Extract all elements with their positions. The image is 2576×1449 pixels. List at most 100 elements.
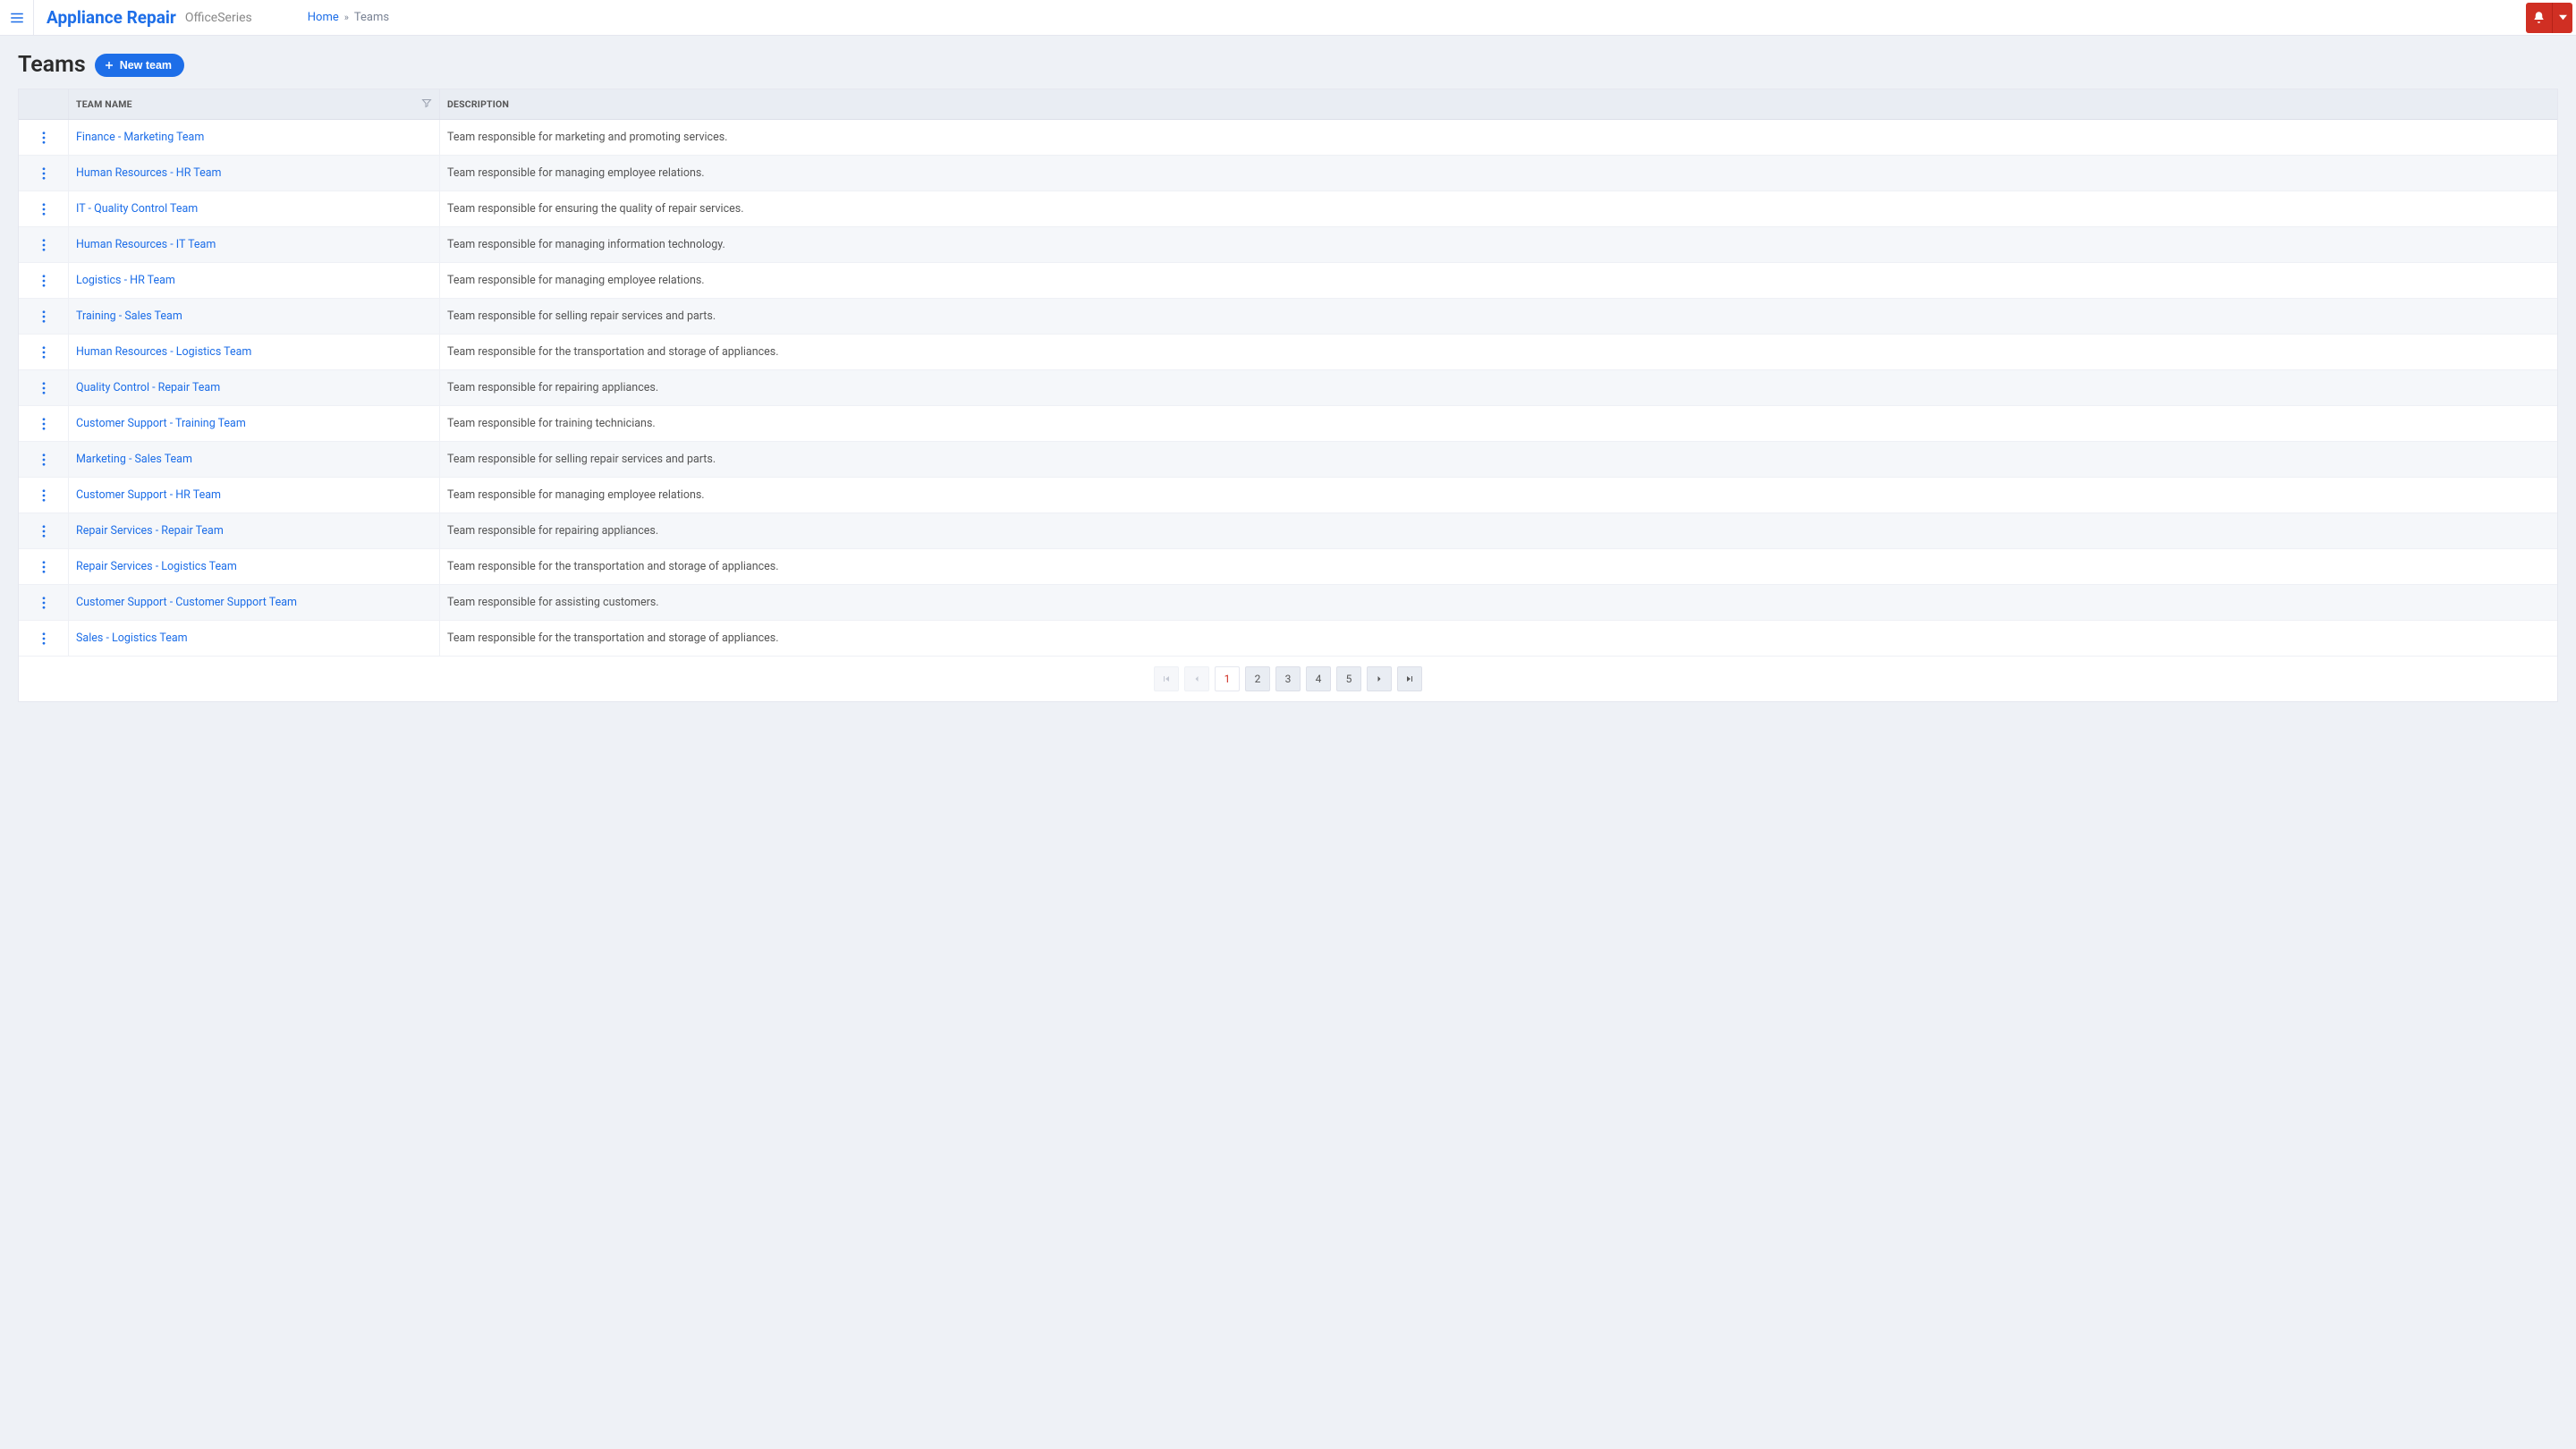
table-row: Customer Support - Training Team Team res…: [19, 406, 2557, 442]
table-row: Logistics - HR Team Team responsible for …: [19, 263, 2557, 299]
team-name-link[interactable]: Finance - Marketing Team: [76, 131, 204, 144]
column-header-description[interactable]: Description: [440, 89, 2557, 119]
more-vertical-icon: [42, 167, 46, 180]
table-body: Finance - Marketing Team Team responsible…: [19, 120, 2557, 657]
page-number-button[interactable]: 4: [1306, 666, 1331, 691]
more-vertical-icon: [42, 203, 46, 216]
team-name-link[interactable]: Human Resources - IT Team: [76, 238, 216, 251]
menu-button[interactable]: [0, 0, 34, 36]
filter-icon[interactable]: [421, 97, 432, 111]
more-vertical-icon: [42, 382, 46, 394]
row-actions-button[interactable]: [33, 301, 55, 332]
subbrand-title: OfficeSeries: [185, 11, 270, 25]
team-name-link[interactable]: Customer Support - Customer Support Team: [76, 596, 297, 609]
team-description: Team responsible for the transportation …: [440, 335, 2557, 369]
team-name-link[interactable]: Repair Services - Repair Team: [76, 524, 224, 538]
chevron-right-icon: »: [344, 12, 349, 23]
table-row: Human Resources - HR Team Team responsibl…: [19, 156, 2557, 191]
table-row: Human Resources - IT TeamTeam responsibl…: [19, 227, 2557, 263]
teams-table: Team Name Description Finance - Marketin…: [18, 89, 2558, 702]
more-vertical-icon: [42, 489, 46, 502]
page-number-button[interactable]: 2: [1245, 666, 1270, 691]
table-row: Customer Support - HR Team Team responsib…: [19, 478, 2557, 513]
team-name-link[interactable]: Customer Support - Training Team: [76, 417, 246, 430]
caret-down-icon: [2559, 13, 2567, 21]
row-actions-button[interactable]: [33, 588, 55, 618]
team-description: Team responsible for selling repair serv…: [440, 299, 2557, 334]
more-vertical-icon: [42, 561, 46, 573]
hamburger-icon: [9, 10, 25, 26]
team-name-link[interactable]: IT - Quality Control Team: [76, 202, 198, 216]
table-row: Customer Support - Customer Support Team…: [19, 585, 2557, 621]
row-actions-button[interactable]: [33, 623, 55, 654]
topbar-actions: [2526, 3, 2576, 33]
user-menu-dropdown[interactable]: [2553, 3, 2572, 33]
bell-icon: [2532, 11, 2546, 24]
last-page-icon: [1404, 674, 1415, 684]
row-actions-button[interactable]: [33, 337, 55, 368]
team-name-link[interactable]: Customer Support - HR Team: [76, 488, 221, 502]
page-number-button[interactable]: 1: [1215, 666, 1240, 691]
more-vertical-icon: [42, 275, 46, 287]
row-actions-button[interactable]: [33, 373, 55, 403]
more-vertical-icon: [42, 525, 46, 538]
row-actions-button[interactable]: [33, 445, 55, 475]
row-actions-button[interactable]: [33, 158, 55, 189]
pagination: 12345: [19, 657, 2557, 701]
brand-title: Appliance Repair: [34, 7, 185, 28]
column-header-name[interactable]: Team Name: [69, 89, 440, 119]
column-header-description-label: Description: [447, 98, 509, 110]
row-actions-button[interactable]: [33, 516, 55, 547]
team-name-link[interactable]: Logistics - HR Team: [76, 274, 175, 287]
team-name-link[interactable]: Training - Sales Team: [76, 309, 182, 323]
page-header: Teams New team: [0, 36, 2576, 89]
page-number-button[interactable]: 3: [1275, 666, 1301, 691]
new-team-label: New team: [120, 59, 172, 72]
notifications-button[interactable]: [2526, 3, 2553, 33]
team-description: Team responsible for the transportation …: [440, 549, 2557, 584]
row-actions-button[interactable]: [33, 552, 55, 582]
team-description: Team responsible for managing employee r…: [440, 478, 2557, 513]
team-name-link[interactable]: Human Resources - Logistics Team: [76, 345, 251, 359]
breadcrumb-home[interactable]: Home: [308, 11, 339, 24]
team-description: Team responsible for managing employee r…: [440, 263, 2557, 298]
team-description: Team responsible for ensuring the qualit…: [440, 191, 2557, 226]
table-row: Sales - Logistics Team Team responsible f…: [19, 621, 2557, 657]
team-name-link[interactable]: Repair Services - Logistics Team: [76, 560, 237, 573]
team-description: Team responsible for repairing appliance…: [440, 513, 2557, 548]
more-vertical-icon: [42, 632, 46, 645]
team-name-link[interactable]: Sales - Logistics Team: [76, 631, 188, 645]
table-row: IT - Quality Control Team Team responsibl…: [19, 191, 2557, 227]
team-description: Team responsible for the transportation …: [440, 621, 2557, 656]
row-actions-button[interactable]: [33, 123, 55, 153]
plus-icon: [104, 60, 114, 71]
team-name-link[interactable]: Human Resources - HR Team: [76, 166, 222, 180]
row-actions-button[interactable]: [33, 194, 55, 225]
team-name-link[interactable]: Quality Control - Repair Team: [76, 381, 220, 394]
more-vertical-icon: [42, 239, 46, 251]
table-header-row: Team Name Description: [19, 89, 2557, 120]
more-vertical-icon: [42, 310, 46, 323]
row-actions-button[interactable]: [33, 480, 55, 511]
page-prev-button: [1184, 666, 1209, 691]
chevron-right-icon: [1374, 674, 1385, 684]
page-title: Teams: [18, 52, 86, 78]
team-name-link[interactable]: Marketing - Sales Team: [76, 453, 192, 466]
table-row: Quality Control - Repair TeamTeam respon…: [19, 370, 2557, 406]
page-next-button[interactable]: [1367, 666, 1392, 691]
team-description: Team responsible for managing employee r…: [440, 156, 2557, 191]
page-first-button: [1154, 666, 1179, 691]
more-vertical-icon: [42, 597, 46, 609]
column-header-actions: [19, 89, 69, 119]
row-actions-button[interactable]: [33, 266, 55, 296]
row-actions-button[interactable]: [33, 409, 55, 439]
row-actions-button[interactable]: [33, 230, 55, 260]
team-description: Team responsible for assisting customers…: [440, 585, 2557, 620]
new-team-button[interactable]: New team: [95, 54, 184, 77]
page-number-button[interactable]: 5: [1336, 666, 1361, 691]
team-description: Team responsible for training technician…: [440, 406, 2557, 441]
team-description: Team responsible for marketing and promo…: [440, 120, 2557, 155]
page-last-button[interactable]: [1397, 666, 1422, 691]
more-vertical-icon: [42, 346, 46, 359]
table-row: Training - Sales Team Team responsible fo…: [19, 299, 2557, 335]
